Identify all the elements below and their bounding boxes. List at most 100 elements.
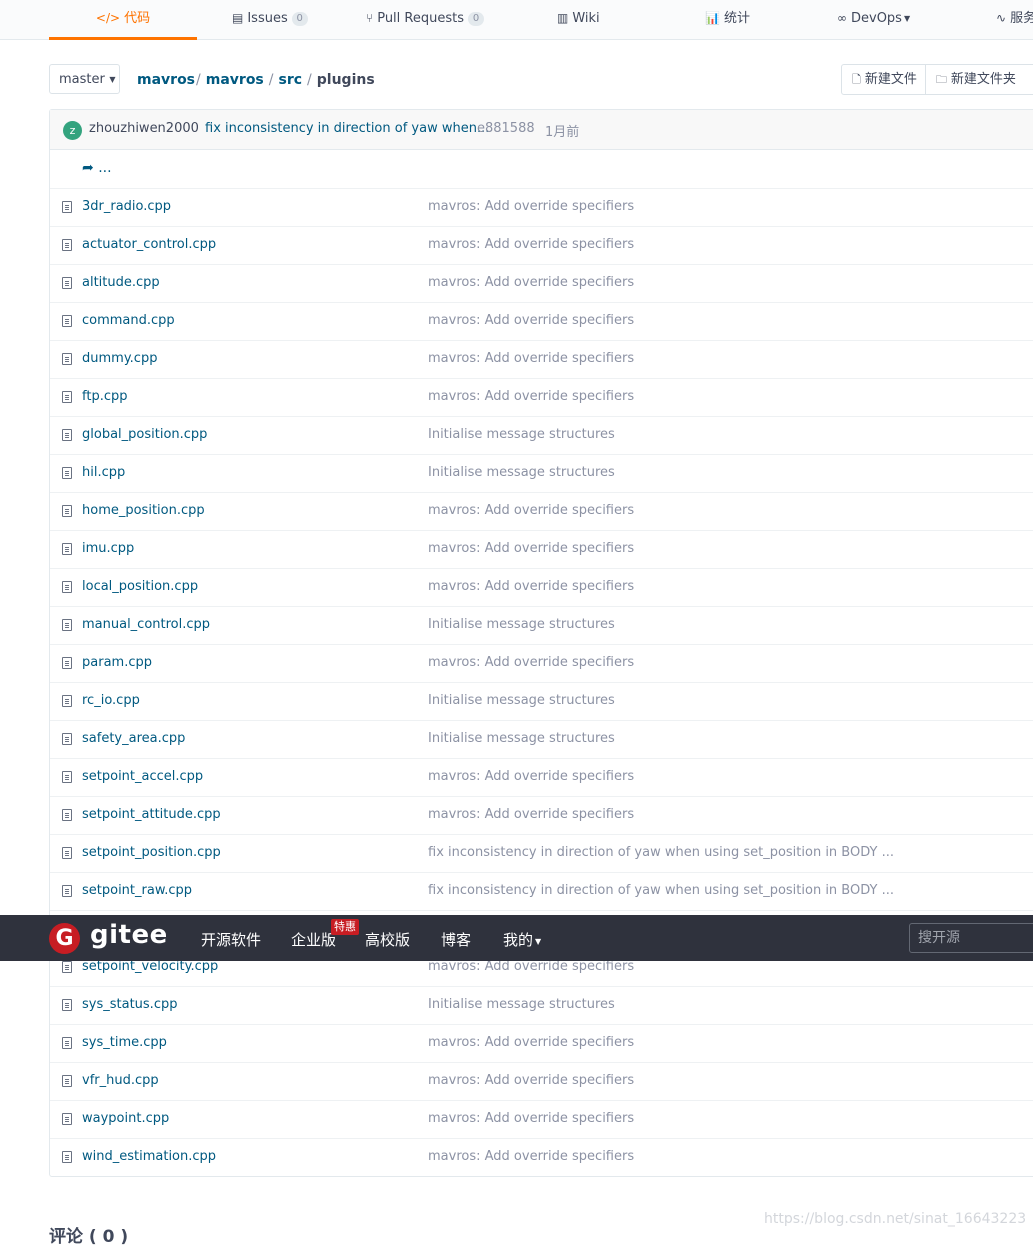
tab-pull-requests[interactable]: ⑂ Pull Requests 0 xyxy=(366,0,484,39)
breadcrumb-repo[interactable]: mavros xyxy=(206,72,264,88)
file-name-link[interactable]: home_position.cpp xyxy=(82,503,205,518)
file-commit-message[interactable]: mavros: Add override specifiers xyxy=(428,807,634,822)
file-commit-message[interactable]: Initialise message structures xyxy=(428,617,615,632)
file-row[interactable]: sys_time.cpp mavros: Add override specifi… xyxy=(50,1025,1033,1063)
gitee-brand[interactable]: gitee xyxy=(90,920,168,950)
file-commit-message[interactable]: mavros: Add override specifiers xyxy=(428,389,634,404)
file-commit-message[interactable]: mavros: Add override specifiers xyxy=(428,579,634,594)
file-name-link[interactable]: command.cpp xyxy=(82,313,175,328)
file-commit-message[interactable]: mavros: Add override specifiers xyxy=(428,199,634,214)
new-file-button[interactable]: 🗋 新建文件 xyxy=(842,65,925,94)
file-name-link[interactable]: sys_status.cpp xyxy=(82,997,177,1012)
file-name-link[interactable]: param.cpp xyxy=(82,655,152,670)
branch-selector[interactable]: master ▼ xyxy=(49,64,120,94)
file-row[interactable]: setpoint_position.cpp fix inconsistency i… xyxy=(50,835,1033,873)
gitee-logo-icon[interactable]: G xyxy=(49,923,80,954)
file-name-link[interactable]: rc_io.cpp xyxy=(82,693,140,708)
file-commit-message[interactable]: mavros: Add override specifiers xyxy=(428,237,634,252)
file-name-link[interactable]: setpoint_accel.cpp xyxy=(82,769,203,784)
tab-issues[interactable]: ▤ Issues 0 xyxy=(232,0,308,39)
file-row[interactable]: setpoint_raw.cpp fix inconsistency in dir… xyxy=(50,873,1033,911)
file-row[interactable]: vfr_hud.cpp mavros: Add override specifie… xyxy=(50,1063,1033,1101)
file-commit-message[interactable]: Initialise message structures xyxy=(428,427,615,442)
file-name-link[interactable]: altitude.cpp xyxy=(82,275,160,290)
tab-stats[interactable]: 📊 统计 xyxy=(705,0,750,39)
nav-open-source[interactable]: 开源软件 xyxy=(201,929,261,950)
file-commit-message[interactable]: mavros: Add override specifiers xyxy=(428,769,634,784)
tab-wiki[interactable]: ▥ Wiki xyxy=(557,0,600,39)
file-commit-message[interactable]: mavros: Add override specifiers xyxy=(428,313,634,328)
file-name-link[interactable]: sys_time.cpp xyxy=(82,1035,167,1050)
file-row[interactable]: setpoint_accel.cpp mavros: Add override s… xyxy=(50,759,1033,797)
file-name-link[interactable]: ftp.cpp xyxy=(82,389,127,404)
file-name-link[interactable]: manual_control.cpp xyxy=(82,617,210,632)
file-name-link[interactable]: actuator_control.cpp xyxy=(82,237,216,252)
file-row[interactable]: command.cpp mavros: Add override specifie… xyxy=(50,303,1033,341)
file-commit-message[interactable]: mavros: Add override specifiers xyxy=(428,503,634,518)
file-commit-message[interactable]: mavros: Add override specifiers xyxy=(428,959,634,974)
file-row[interactable]: manual_control.cpp Initialise message str… xyxy=(50,607,1033,645)
new-folder-button[interactable]: 🗀 新建文件夹 xyxy=(924,65,1024,94)
file-row[interactable]: global_position.cpp Initialise message st… xyxy=(50,417,1033,455)
file-name-link[interactable]: imu.cpp xyxy=(82,541,134,556)
file-commit-message[interactable]: Initialise message structures xyxy=(428,693,615,708)
file-name-link[interactable]: setpoint_velocity.cpp xyxy=(82,959,218,974)
file-commit-message[interactable]: mavros: Add override specifiers xyxy=(428,275,634,290)
breadcrumb-src[interactable]: src xyxy=(279,72,303,88)
file-row[interactable]: setpoint_attitude.cpp mavros: Add overrid… xyxy=(50,797,1033,835)
file-commit-message[interactable]: fix inconsistency in direction of yaw wh… xyxy=(428,883,894,898)
file-name-link[interactable]: setpoint_attitude.cpp xyxy=(82,807,221,822)
file-commit-message[interactable]: mavros: Add override specifiers xyxy=(428,1035,634,1050)
file-commit-message[interactable]: mavros: Add override specifiers xyxy=(428,1111,634,1126)
file-row[interactable]: altitude.cpp mavros: Add override specifi… xyxy=(50,265,1033,303)
file-name-link[interactable]: dummy.cpp xyxy=(82,351,157,366)
file-name-link[interactable]: vfr_hud.cpp xyxy=(82,1073,159,1088)
search-input[interactable]: 搜开源 xyxy=(909,923,1033,953)
nav-enterprise[interactable]: 企业版 xyxy=(291,929,336,950)
file-commit-message[interactable]: mavros: Add override specifiers xyxy=(428,1073,634,1088)
file-name-link[interactable]: safety_area.cpp xyxy=(82,731,185,746)
file-name-link[interactable]: 3dr_radio.cpp xyxy=(82,199,171,214)
file-name-link[interactable]: hil.cpp xyxy=(82,465,125,480)
file-name-link[interactable]: waypoint.cpp xyxy=(82,1111,169,1126)
file-row[interactable]: wind_estimation.cpp mavros: Add override … xyxy=(50,1139,1033,1176)
file-commit-message[interactable]: mavros: Add override specifiers xyxy=(428,351,634,366)
tab-code[interactable]: </> 代码 xyxy=(49,0,197,40)
file-row[interactable]: hil.cpp Initialise message structures xyxy=(50,455,1033,493)
tab-devops[interactable]: ∞ DevOps ▼ xyxy=(837,0,910,39)
file-name-link[interactable]: global_position.cpp xyxy=(82,427,207,442)
file-row[interactable]: 3dr_radio.cpp mavros: Add override specif… xyxy=(50,189,1033,227)
file-row[interactable]: waypoint.cpp mavros: Add override specifi… xyxy=(50,1101,1033,1139)
file-name-link[interactable]: wind_estimation.cpp xyxy=(82,1149,216,1164)
file-commit-message[interactable]: Initialise message structures xyxy=(428,997,615,1012)
parent-directory-link[interactable]: ➦ ... xyxy=(82,160,112,176)
file-commit-message[interactable]: mavros: Add override specifiers xyxy=(428,541,634,556)
file-commit-message[interactable]: mavros: Add override specifiers xyxy=(428,655,634,670)
file-row[interactable]: imu.cpp mavros: Add override specifiers xyxy=(50,531,1033,569)
nav-mine[interactable]: 我的 ▼ xyxy=(503,929,541,950)
file-row[interactable]: actuator_control.cpp mavros: Add override… xyxy=(50,227,1033,265)
file-row[interactable]: home_position.cpp mavros: Add override sp… xyxy=(50,493,1033,531)
nav-education[interactable]: 高校版 xyxy=(365,929,410,950)
avatar[interactable]: z xyxy=(63,121,82,140)
file-row[interactable]: dummy.cpp mavros: Add override specifiers xyxy=(50,341,1033,379)
file-row[interactable]: local_position.cpp mavros: Add override s… xyxy=(50,569,1033,607)
file-commit-message[interactable]: fix inconsistency in direction of yaw wh… xyxy=(428,845,894,860)
commit-sha[interactable]: e881588 xyxy=(477,121,535,136)
commit-author[interactable]: zhouzhiwen2000 xyxy=(89,121,199,136)
tab-services[interactable]: ∿ 服务 xyxy=(996,0,1033,39)
parent-directory-row[interactable]: ➦ ... xyxy=(50,150,1033,189)
file-commit-message[interactable]: Initialise message structures xyxy=(428,731,615,746)
file-name-link[interactable]: setpoint_raw.cpp xyxy=(82,883,192,898)
breadcrumb-repo-owner[interactable]: mavros xyxy=(137,72,195,88)
file-row[interactable]: param.cpp mavros: Add override specifiers xyxy=(50,645,1033,683)
file-row[interactable]: ftp.cpp mavros: Add override specifiers xyxy=(50,379,1033,417)
file-row[interactable]: sys_status.cpp Initialise message structu… xyxy=(50,987,1033,1025)
file-name-link[interactable]: local_position.cpp xyxy=(82,579,198,594)
file-row[interactable]: safety_area.cpp Initialise message struct… xyxy=(50,721,1033,759)
nav-blog[interactable]: 博客 xyxy=(441,929,471,950)
file-commit-message[interactable]: mavros: Add override specifiers xyxy=(428,1149,634,1164)
file-commit-message[interactable]: Initialise message structures xyxy=(428,465,615,480)
commit-message[interactable]: fix inconsistency in direction of yaw wh… xyxy=(205,121,489,136)
file-row[interactable]: rc_io.cpp Initialise message structures xyxy=(50,683,1033,721)
